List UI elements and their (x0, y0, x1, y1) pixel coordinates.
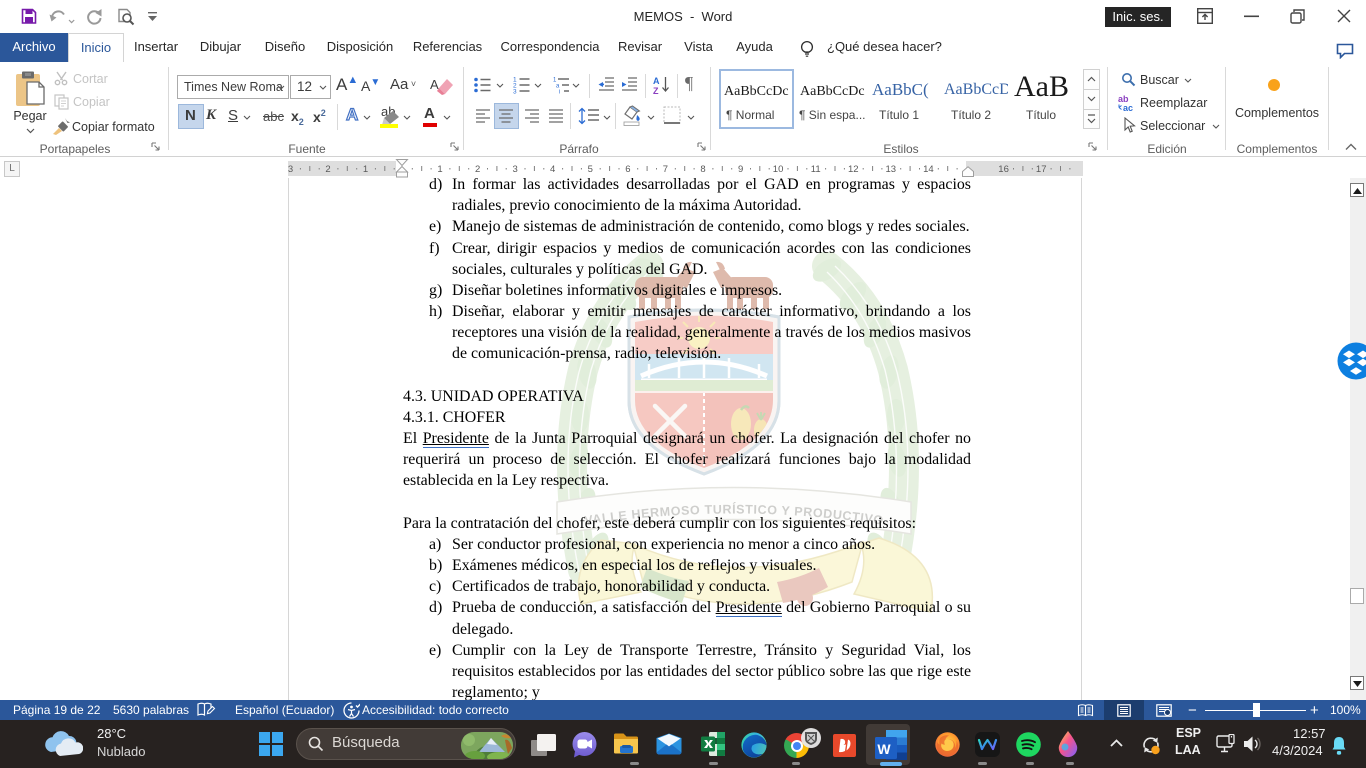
svg-text:A: A (430, 77, 439, 92)
svg-text:W: W (877, 741, 891, 757)
svg-text:13: 13 (886, 164, 897, 175)
svg-text:3: 3 (288, 164, 293, 175)
svg-text:2: 2 (475, 164, 480, 175)
svg-text:1: 1 (437, 164, 442, 175)
svg-text:5: 5 (588, 164, 593, 175)
svg-text:3: 3 (513, 89, 517, 95)
svg-text:ac: ac (1123, 103, 1133, 112)
svg-text:2: 2 (325, 164, 330, 175)
svg-text:1: 1 (363, 164, 368, 175)
svg-text:6: 6 (625, 164, 630, 175)
svg-text:Z: Z (653, 86, 659, 95)
svg-text:i: i (559, 90, 560, 95)
svg-text:3: 3 (512, 164, 517, 175)
svg-text:11: 11 (811, 164, 821, 175)
svg-text:16: 16 (998, 164, 1009, 175)
svg-text:4: 4 (550, 164, 555, 175)
svg-text:17: 17 (1036, 164, 1047, 175)
svg-text:10: 10 (773, 164, 784, 175)
svg-text:8: 8 (700, 164, 705, 175)
svg-text:14: 14 (923, 164, 934, 175)
svg-text:A: A (653, 76, 660, 86)
svg-text:12: 12 (848, 164, 859, 175)
svg-text:9: 9 (738, 164, 743, 175)
svg-text:7: 7 (663, 164, 668, 175)
